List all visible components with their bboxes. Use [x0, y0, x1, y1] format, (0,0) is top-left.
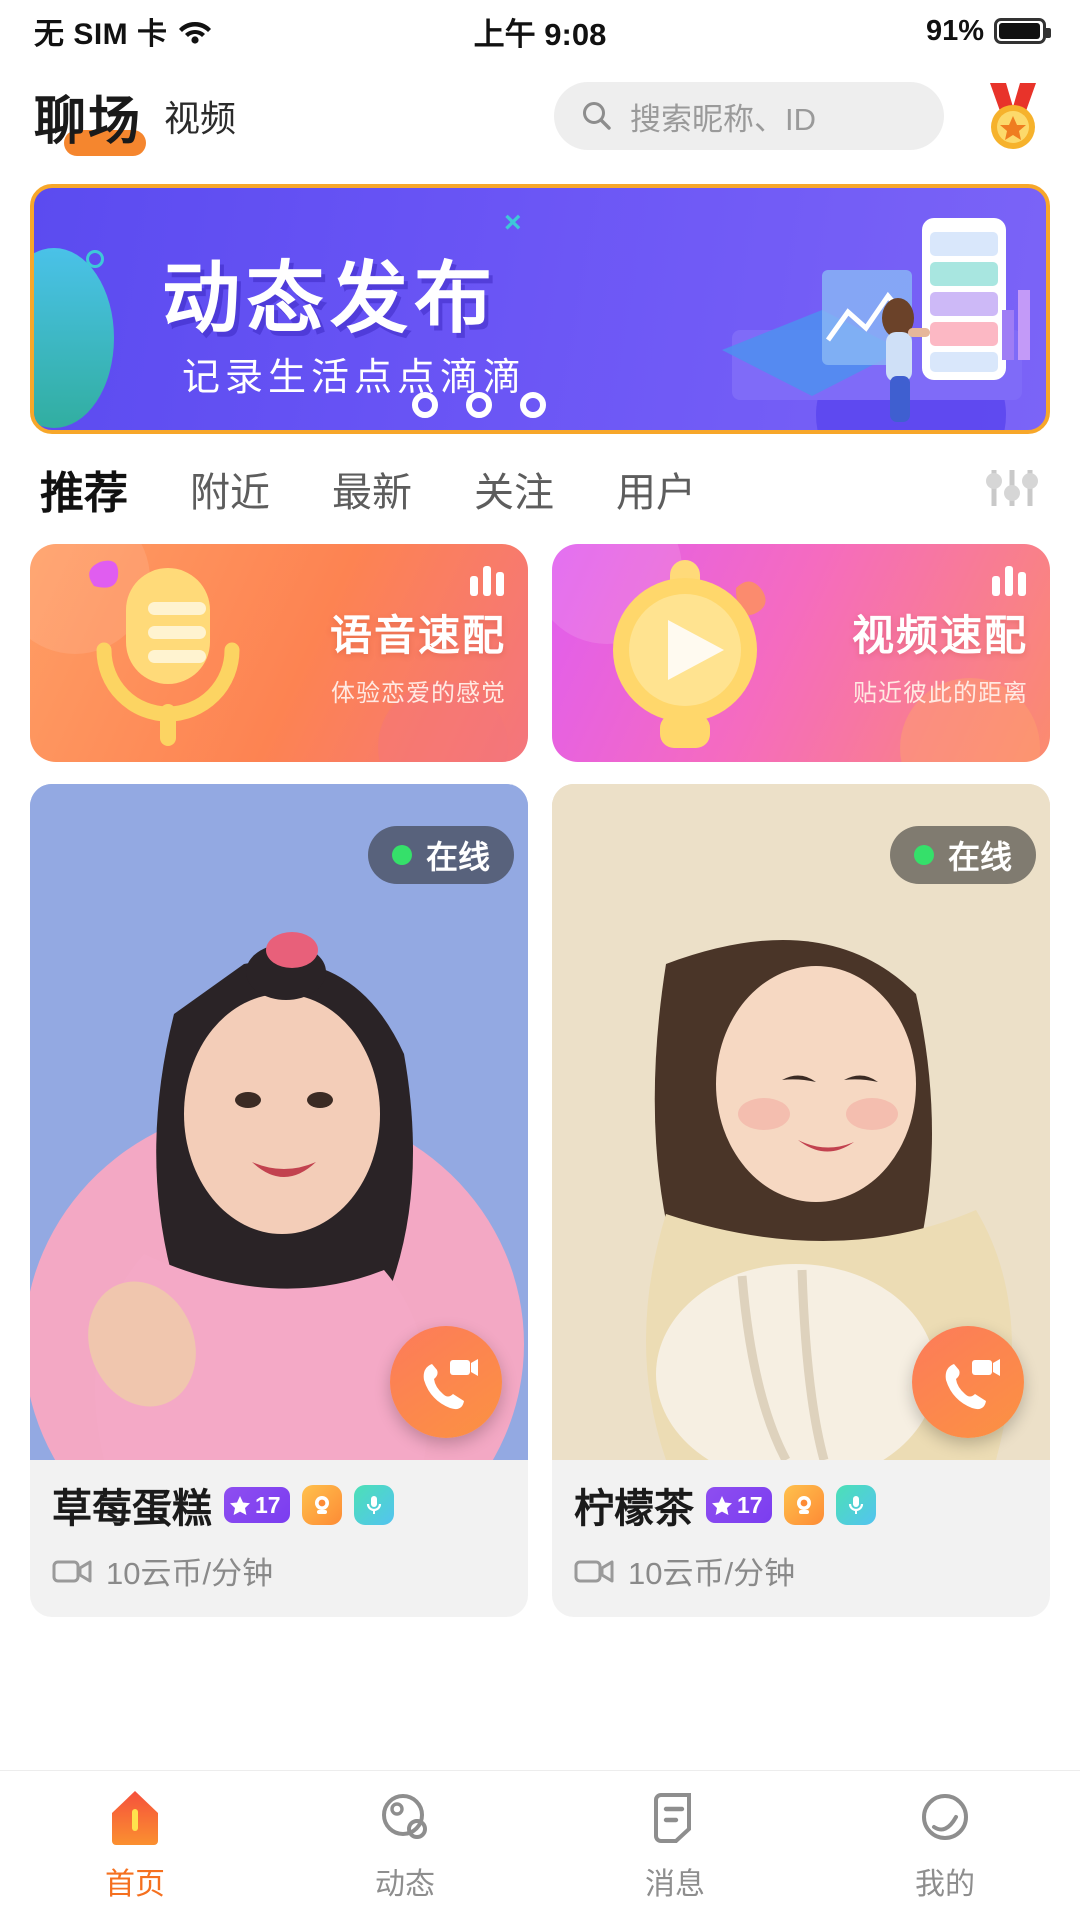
nav-label-moments: 动态 [375, 1867, 435, 1901]
wifi-icon [178, 18, 212, 44]
nav-item-message[interactable]: 消息 [540, 1789, 810, 1903]
user-card[interactable]: 在线 草莓蛋糕 17 10云币/分钟 [30, 784, 528, 1617]
banner-x-deco-icon: × [504, 206, 522, 239]
user-photo[interactable]: 在线 [552, 784, 1050, 1460]
star-icon [712, 1496, 732, 1515]
status-bar: 无 SIM 卡 上午 9:08 91% [0, 0, 1080, 62]
user-level-badge: 17 [224, 1487, 290, 1523]
video-card-title: 视频速配 [851, 612, 1028, 659]
banner-blob-left [34, 248, 114, 428]
status-bar-right: 91% [925, 14, 1051, 48]
promo-banner-container: × 动态发布 记录生活点点滴滴 [0, 170, 1080, 434]
sound-wave-icon [470, 566, 504, 596]
profile-icon [922, 1793, 968, 1840]
moments-icon [382, 1793, 427, 1839]
mic-badge-icon [353, 1485, 394, 1525]
banner-dot-3[interactable] [520, 392, 546, 418]
search-placeholder: 搜索昵称、ID [630, 101, 816, 137]
battery-percent-label: 91% [925, 14, 984, 47]
voice-card-subtitle: 体验恋爱的感觉 [331, 680, 506, 707]
banner-pagination-dots[interactable] [412, 392, 546, 418]
voice-match-card[interactable]: 语音速配 体验恋爱的感觉 [30, 544, 528, 762]
app-logo-label: 聊场 [34, 92, 143, 151]
home-icon [112, 1790, 158, 1845]
video-camera-icon [574, 1560, 614, 1582]
video-call-icon [423, 1359, 478, 1410]
video-card-texts: 视频速配 贴近彼此的距离 [852, 602, 1028, 708]
user-price-label: 10云币/分钟 [106, 1556, 274, 1591]
nav-label-profile: 我的 [915, 1867, 975, 1901]
nav-item-home[interactable]: 首页 [0, 1789, 270, 1903]
header-subnav-video[interactable]: 视频 [164, 90, 236, 142]
banner-dot-1[interactable] [412, 392, 438, 418]
nav-label-home: 首页 [105, 1867, 165, 1901]
video-call-button[interactable] [912, 1326, 1024, 1438]
voice-card-title: 语音速配 [329, 612, 506, 659]
online-status-label: 在线 [947, 839, 1012, 875]
user-level-value: 17 [737, 1491, 763, 1518]
banner-dot-2[interactable] [466, 392, 492, 418]
online-status-label: 在线 [425, 839, 490, 875]
online-status-badge: 在线 [367, 826, 514, 884]
search-input[interactable]: 搜索昵称、ID [554, 82, 944, 150]
online-dot-icon [913, 845, 934, 865]
video-play-icon [613, 560, 766, 748]
sound-wave-icon [992, 566, 1026, 596]
nav-item-moments[interactable]: 动态 [270, 1789, 540, 1903]
medal-icon[interactable] [980, 81, 1046, 151]
online-status-badge: 在线 [889, 826, 1036, 884]
user-price-row: 10云币/分钟 [52, 1548, 506, 1593]
carrier-label: 无 SIM 卡 [34, 18, 168, 51]
online-dot-icon [391, 845, 412, 865]
app-logo: 聊场 [34, 79, 146, 156]
nav-label-message: 消息 [645, 1867, 705, 1901]
user-price-row: 10云币/分钟 [574, 1548, 1028, 1593]
microphone-icon [89, 560, 240, 746]
user-name-row: 柠檬茶 17 [574, 1476, 1028, 1534]
video-camera-icon [52, 1560, 92, 1582]
camera-badge-icon [783, 1485, 824, 1525]
battery-icon [994, 18, 1051, 44]
match-feature-cards: 语音速配 体验恋爱的感觉 视频速配 贴近彼此的距离 [0, 544, 1080, 762]
video-match-card[interactable]: 视频速配 贴近彼此的距离 [552, 544, 1050, 762]
tab-nearby[interactable]: 附近 [190, 460, 270, 518]
search-icon [583, 102, 611, 130]
user-name: 草莓蛋糕 [52, 1487, 212, 1531]
status-bar-left: 无 SIM 卡 [34, 9, 212, 53]
video-card-subtitle: 贴近彼此的距离 [853, 680, 1028, 707]
star-icon [230, 1496, 250, 1515]
promo-banner[interactable]: × 动态发布 记录生活点点滴滴 [30, 184, 1050, 434]
video-call-button[interactable] [390, 1326, 502, 1438]
video-call-icon [945, 1359, 1000, 1410]
camera-badge-icon [301, 1485, 342, 1525]
nav-item-profile[interactable]: 我的 [810, 1789, 1080, 1903]
tab-users[interactable]: 用户 [616, 460, 696, 518]
feed-tabs: 推荐 附近 最新 关注 用户 [0, 434, 1080, 544]
user-price-label: 10云币/分钟 [628, 1556, 796, 1591]
tab-newest[interactable]: 最新 [332, 460, 412, 518]
user-level-badge: 17 [706, 1487, 772, 1523]
user-card-grid: 在线 草莓蛋糕 17 10云币/分钟 在线 柠檬茶 17 10云币/分钟 [0, 762, 1080, 1617]
user-info: 草莓蛋糕 17 10云币/分钟 [30, 1460, 528, 1617]
banner-circle-deco-icon [86, 250, 104, 268]
user-card[interactable]: 在线 柠檬茶 17 10云币/分钟 [552, 784, 1050, 1617]
banner-title: 动态发布 [162, 254, 499, 342]
user-level-value: 17 [255, 1491, 281, 1518]
user-name: 柠檬茶 [574, 1487, 694, 1531]
banner-illustration [722, 218, 1030, 422]
sliders-filter-icon[interactable] [984, 466, 1040, 512]
message-icon [654, 1792, 691, 1843]
user-photo[interactable]: 在线 [30, 784, 528, 1460]
bottom-navigation: 首页 动态 消息 我的 [0, 1770, 1080, 1920]
app-header: 聊场 视频 搜索昵称、ID [0, 62, 1080, 170]
user-info: 柠檬茶 17 10云币/分钟 [552, 1460, 1050, 1617]
user-name-row: 草莓蛋糕 17 [52, 1476, 506, 1534]
tab-following[interactable]: 关注 [474, 460, 554, 518]
voice-card-texts: 语音速配 体验恋爱的感觉 [330, 602, 506, 708]
tab-recommend[interactable]: 推荐 [40, 457, 128, 521]
mic-badge-icon [835, 1485, 876, 1525]
